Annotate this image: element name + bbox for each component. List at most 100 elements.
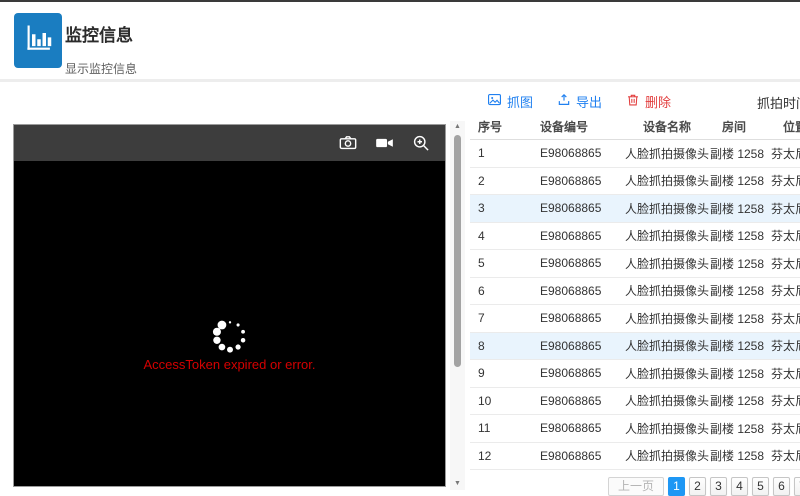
table-row[interactable]: 6E98068865人脸抓拍摄像头副楼 1258芬太尼室 <box>470 278 800 306</box>
zoom-in-icon[interactable] <box>411 133 431 153</box>
table-row[interactable]: 2E98068865人脸抓拍摄像头副楼 1258芬太尼室 <box>470 168 800 196</box>
cell-c5: 芬太尼室 <box>758 310 800 327</box>
cell-c3: 人脸抓拍摄像头 <box>624 282 710 299</box>
cell-c4: 副楼 1258 <box>710 447 758 464</box>
page-subtitle: 显示监控信息 <box>65 60 137 77</box>
table-row[interactable]: 12E98068865人脸抓拍摄像头副楼 1258芬太尼室 <box>470 443 800 471</box>
column-header: 位置 <box>758 118 800 135</box>
cell-c5: 芬太尼室 <box>758 227 800 244</box>
cell-c3: 人脸抓拍摄像头 <box>624 365 710 382</box>
pagination-pages: 123456789 <box>668 477 800 496</box>
cell-c2: E98068865 <box>532 311 624 325</box>
video-preview-panel: AccessToken expired or error. <box>13 124 446 487</box>
list-toolbar: 抓图 导出 删除 抓拍时间 <box>470 88 800 114</box>
cell-c2: E98068865 <box>532 449 624 463</box>
cell-c2: E98068865 <box>532 174 624 188</box>
cell-c4: 副楼 1258 <box>710 365 758 382</box>
previous-page-button[interactable]: 上一页 <box>608 477 664 496</box>
cell-c1: 8 <box>470 339 532 353</box>
cell-c5: 芬太尼室 <box>758 365 800 382</box>
table-row[interactable]: 3E98068865人脸抓拍摄像头副楼 1258芬太尼室 <box>470 195 800 223</box>
page-title: 监控信息 <box>65 21 133 46</box>
column-header: 房间 <box>710 118 758 135</box>
capture-button-label: 抓图 <box>507 92 533 111</box>
cell-c3: 人脸抓拍摄像头 <box>624 447 710 464</box>
table-row[interactable]: 4E98068865人脸抓拍摄像头副楼 1258芬太尼室 <box>470 223 800 251</box>
table-row[interactable]: 10E98068865人脸抓拍摄像头副楼 1258芬太尼室 <box>470 388 800 416</box>
cell-c4: 副楼 1258 <box>710 255 758 272</box>
cell-c1: 12 <box>470 449 532 463</box>
cell-c3: 人脸抓拍摄像头 <box>624 145 710 162</box>
delete-button[interactable]: 删除 <box>626 92 671 111</box>
table-rows: 1E98068865人脸抓拍摄像头副楼 1258芬太尼室2E98068865人脸… <box>470 140 800 496</box>
scrollbar-thumb[interactable] <box>454 135 461 367</box>
video-camera-icon[interactable] <box>374 133 395 153</box>
capture-list-panel: 抓图 导出 删除 抓拍时间 <box>470 88 800 496</box>
cell-c3: 人脸抓拍摄像头 <box>624 172 710 189</box>
page-button-6[interactable]: 6 <box>773 477 790 496</box>
table-row[interactable]: 7E98068865人脸抓拍摄像头副楼 1258芬太尼室 <box>470 305 800 333</box>
cell-c5: 芬太尼室 <box>758 255 800 272</box>
export-icon <box>557 93 571 110</box>
cell-c5: 芬太尼室 <box>758 282 800 299</box>
cell-c4: 副楼 1258 <box>710 172 758 189</box>
column-header: 设备编号 <box>532 118 624 135</box>
cell-c2: E98068865 <box>532 421 624 435</box>
cell-c5: 芬太尼室 <box>758 337 800 354</box>
pagination-bar: 上一页 123456789 <box>470 474 800 496</box>
cell-c1: 9 <box>470 366 532 380</box>
cell-c1: 2 <box>470 174 532 188</box>
table-row[interactable]: 11E98068865人脸抓拍摄像头副楼 1258芬太尼室 <box>470 415 800 443</box>
cell-c4: 副楼 1258 <box>710 200 758 217</box>
cell-c3: 人脸抓拍摄像头 <box>624 310 710 327</box>
page-button-1[interactable]: 1 <box>668 477 685 496</box>
export-button[interactable]: 导出 <box>557 92 602 111</box>
cell-c5: 芬太尼室 <box>758 420 800 437</box>
page-button-5[interactable]: 5 <box>752 477 769 496</box>
cell-c2: E98068865 <box>532 256 624 270</box>
cell-c2: E98068865 <box>532 229 624 243</box>
vertical-scrollbar[interactable]: ▲ ▼ <box>450 121 465 490</box>
scroll-down-arrow-icon[interactable]: ▼ <box>450 478 465 490</box>
table-row[interactable]: 8E98068865人脸抓拍摄像头副楼 1258芬太尼室 <box>470 333 800 361</box>
column-header: 设备名称 <box>624 118 710 135</box>
table-header: 序号设备编号设备名称房间位置 <box>470 114 800 140</box>
scroll-up-arrow-icon[interactable]: ▲ <box>450 121 465 133</box>
cell-c5: 芬太尼室 <box>758 145 800 162</box>
cell-c4: 副楼 1258 <box>710 392 758 409</box>
capture-button[interactable]: 抓图 <box>487 92 533 111</box>
delete-button-label: 删除 <box>645 92 671 111</box>
table-row[interactable]: 5E98068865人脸抓拍摄像头副楼 1258芬太尼室 <box>470 250 800 278</box>
cell-c1: 4 <box>470 229 532 243</box>
cell-c3: 人脸抓拍摄像头 <box>624 420 710 437</box>
cell-c4: 副楼 1258 <box>710 420 758 437</box>
cell-c3: 人脸抓拍摄像头 <box>624 337 710 354</box>
page-button-7[interactable]: 7 <box>794 477 800 496</box>
page-button-3[interactable]: 3 <box>710 477 727 496</box>
bar-chart-icon <box>23 21 53 60</box>
cell-c3: 人脸抓拍摄像头 <box>624 200 710 217</box>
page-button-2[interactable]: 2 <box>689 477 706 496</box>
cell-c2: E98068865 <box>532 201 624 215</box>
cell-c1: 3 <box>470 201 532 215</box>
cell-c4: 副楼 1258 <box>710 337 758 354</box>
video-toolbar <box>14 125 445 161</box>
camera-icon[interactable] <box>338 133 358 153</box>
table-row[interactable]: 9E98068865人脸抓拍摄像头副楼 1258芬太尼室 <box>470 360 800 388</box>
cell-c5: 芬太尼室 <box>758 447 800 464</box>
cell-c1: 5 <box>470 256 532 270</box>
video-error-message: AccessToken expired or error. <box>14 357 445 372</box>
cell-c4: 副楼 1258 <box>710 310 758 327</box>
column-header: 序号 <box>470 118 532 135</box>
cell-c3: 人脸抓拍摄像头 <box>624 392 710 409</box>
cell-c1: 1 <box>470 146 532 160</box>
video-display-area: AccessToken expired or error. <box>14 161 445 486</box>
page-button-4[interactable]: 4 <box>731 477 748 496</box>
cell-c1: 7 <box>470 311 532 325</box>
monitor-module-icon <box>14 13 62 68</box>
cell-c4: 副楼 1258 <box>710 227 758 244</box>
table-row[interactable]: 1E98068865人脸抓拍摄像头副楼 1258芬太尼室 <box>470 140 800 168</box>
cell-c5: 芬太尼室 <box>758 200 800 217</box>
trash-icon <box>626 93 640 110</box>
cell-c3: 人脸抓拍摄像头 <box>624 227 710 244</box>
